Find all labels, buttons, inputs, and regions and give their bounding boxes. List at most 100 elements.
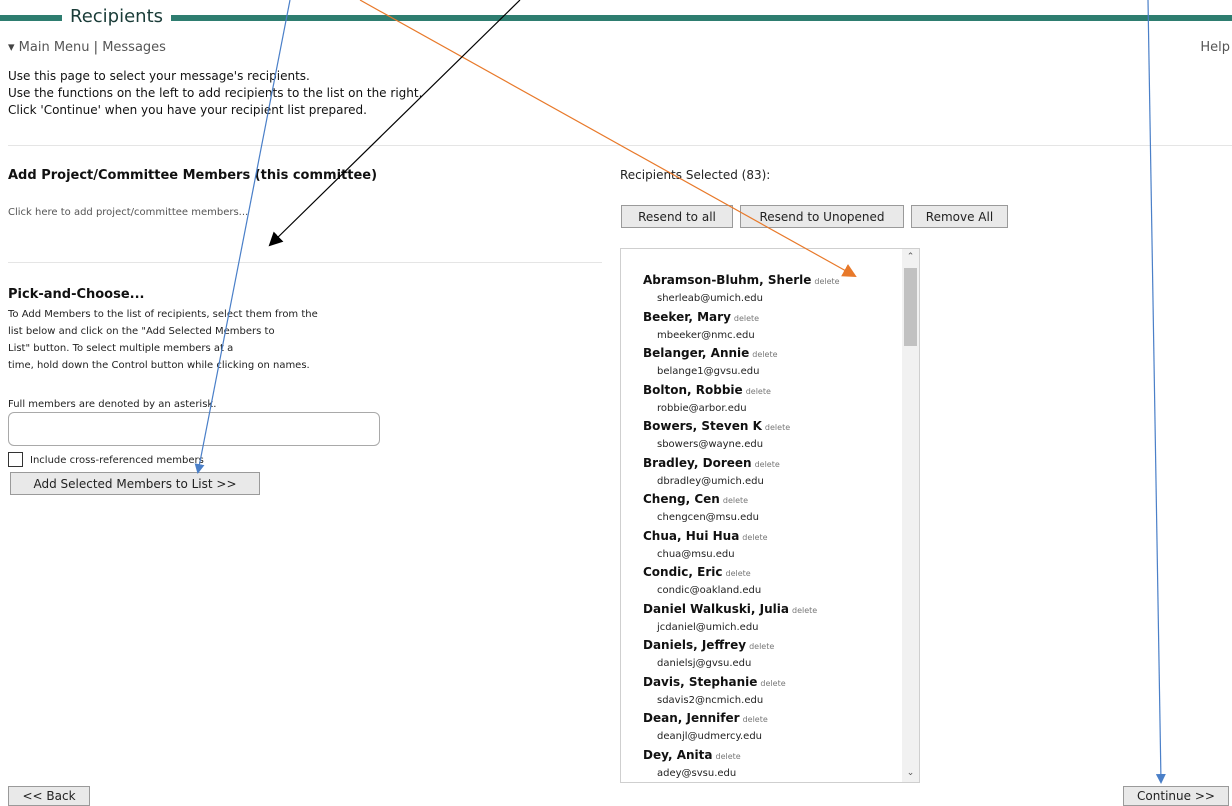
delete-link[interactable]: delete [749,642,774,651]
breadcrumb-marker-icon: ▾ [8,40,15,55]
list-item: Chua, Hui Hua delete chua@msu.edu [643,528,903,565]
list-item: Daniels, Jeffrey delete danielsj@gvsu.edu [643,637,903,674]
pick-desc-line: time, hold down the Control button while… [8,360,310,371]
recipients-list[interactable]: Abramson-Bluhm, Sherle delete sherleab@umi… [620,248,920,783]
recipient-name-text: Beeker, Mary [643,309,731,324]
remove-all-button[interactable]: Remove All [911,205,1008,228]
recipients-list-inner: Abramson-Bluhm, Sherle delete sherleab@umi… [643,272,903,783]
recipient-name-text: Dey, Anita [643,747,713,762]
recipient-email: chua@msu.edu [657,548,735,560]
recipient-name: Abramson-Bluhm, Sherle delete [643,272,903,290]
scrollbar[interactable]: ⌃ ⌄ [902,249,919,782]
pick-description: To Add Members to the list of recipients… [8,306,388,374]
recipient-name: Condic, Eric delete [643,564,903,582]
delete-link[interactable]: delete [792,606,817,615]
help-link[interactable]: Help [1200,40,1230,55]
recipient-name: Davis, Stephanie delete [643,674,903,692]
recipient-name: Chua, Hui Hua delete [643,528,903,546]
scroll-up-icon[interactable]: ⌃ [902,249,919,266]
scrollbar-thumb[interactable] [904,268,917,346]
pick-desc-line: list below and click on the "Add Selecte… [8,326,275,337]
delete-link[interactable]: delete [765,423,790,432]
recipient-email: condic@oakland.edu [657,585,762,596]
recipient-email: belange1@gvsu.edu [657,366,760,377]
recipient-name-text: Bolton, Robbie [643,382,743,397]
recipient-email: robbie@arbor.edu [657,402,747,414]
resend-unopened-button[interactable]: Resend to Unopened [740,205,904,228]
arrow-to-delete-link [359,0,857,277]
recipient-name-text: Condic, Eric [643,565,723,579]
recipient-name: Cheng, Cen delete [643,491,903,509]
recipient-name: Dean, Jennifer delete [643,710,903,728]
resend-all-button[interactable]: Resend to all [621,205,733,228]
list-item: Daniel Walkuski, Julia delete jcdaniel@umi… [643,601,903,638]
list-item: Cheng, Cen delete chengcen@msu.edu [643,491,903,528]
delete-link[interactable]: delete [723,496,748,505]
add-selected-members-button[interactable]: Add Selected Members to List >> [10,472,260,495]
divider [8,262,602,263]
list-item: Davis, Stephanie delete sdavis2@ncmich.edu [643,674,903,711]
recipient-email: danielsj@gvsu.edu [657,658,752,669]
list-item: Belanger, Annie delete belange1@gvsu.edu [643,345,903,382]
add-members-link[interactable]: Click here to add project/committee memb… [8,207,248,218]
intro-line: Use the functions on the left to add rec… [8,86,423,100]
delete-link[interactable]: delete [752,350,777,359]
members-select[interactable] [8,412,380,446]
recipient-email: mbeeker@nmc.edu [657,329,755,341]
recipient-email: adey@svsu.edu [657,767,737,779]
recipient-name-text: Chua, Hui Hua [643,528,740,543]
back-button[interactable]: << Back [8,786,90,806]
recipient-name-text: Belanger, Annie [643,346,750,360]
recipient-name-text: Daniel Walkuski, Julia [643,601,789,616]
page-title: Recipients [62,6,172,27]
recipient-name-text: Dean, Jennifer [643,711,740,725]
breadcrumb-main-menu-link[interactable]: Main Menu [19,40,90,55]
list-item: Bradley, Doreen delete dbradley@umich.edu [643,455,903,492]
delete-link[interactable]: delete [814,277,839,286]
recipients-selected-label: Recipients Selected (83): [620,168,771,182]
list-item: Bowers, Steven Kdelete sbowers@wayne.edu [643,418,903,455]
pick-desc-line: To Add Members to the list of recipients… [8,309,318,320]
delete-link[interactable]: delete [726,569,751,578]
arrow-to-pick-section [268,0,521,247]
header-bar [0,15,1232,21]
list-item: Bolton, Robbie delete robbie@arbor.edu [643,382,903,419]
recipient-name: Bolton, Robbie delete [643,382,903,400]
recipient-name-text: Abramson-Bluhm, Sherle [643,273,812,287]
recipient-name-text: Daniels, Jeffrey [643,638,747,652]
arrow-to-continue-button [1147,0,1166,784]
delete-link[interactable]: delete [716,752,741,761]
include-cross-referenced-label: Include cross-referenced members [30,455,204,466]
delete-link[interactable]: delete [743,715,768,724]
list-item: Condic, Eric delete condic@oakland.edu [643,564,903,601]
breadcrumb-messages-link[interactable]: Messages [102,40,166,55]
pick-title: Pick-and-Choose... [8,287,145,302]
full-members-note: Full members are denoted by an asterisk. [8,399,217,410]
list-item: Abramson-Bluhm, Sherle delete sherleab@umi… [643,272,903,309]
scroll-down-icon[interactable]: ⌄ [902,765,919,782]
divider [8,145,1232,146]
intro-line: Click 'Continue' when you have your reci… [8,103,367,117]
recipient-name: Dey, Anita delete [643,747,903,765]
recipient-email: deanjl@udmercy.edu [657,731,762,742]
delete-link[interactable]: delete [742,533,767,542]
recipient-name: Belanger, Annie delete [643,345,903,363]
recipient-name-text: Bradley, Doreen [643,455,752,470]
recipient-name: Bowers, Steven Kdelete [643,418,903,436]
recipient-name-text: Cheng, Cen [643,492,720,506]
breadcrumb-separator: | [89,40,103,55]
delete-link[interactable]: delete [760,679,785,688]
delete-link[interactable]: delete [734,314,759,323]
recipient-email: sdavis2@ncmich.edu [657,694,764,706]
pick-desc-line: List" button. To select multiple members… [8,343,234,354]
recipient-name: Beeker, Mary delete [643,309,903,327]
list-item: Dey, Anita delete adey@svsu.edu [643,747,903,783]
continue-button[interactable]: Continue >> [1123,786,1229,806]
delete-link[interactable]: delete [755,460,780,469]
include-cross-referenced-checkbox[interactable] [8,452,23,467]
intro-text: Use this page to select your message's r… [8,68,422,119]
delete-link[interactable]: delete [746,387,771,396]
recipient-name-text: Davis, Stephanie [643,674,758,689]
recipient-email: sherleab@umich.edu [657,293,763,304]
recipient-name: Bradley, Doreen delete [643,455,903,473]
